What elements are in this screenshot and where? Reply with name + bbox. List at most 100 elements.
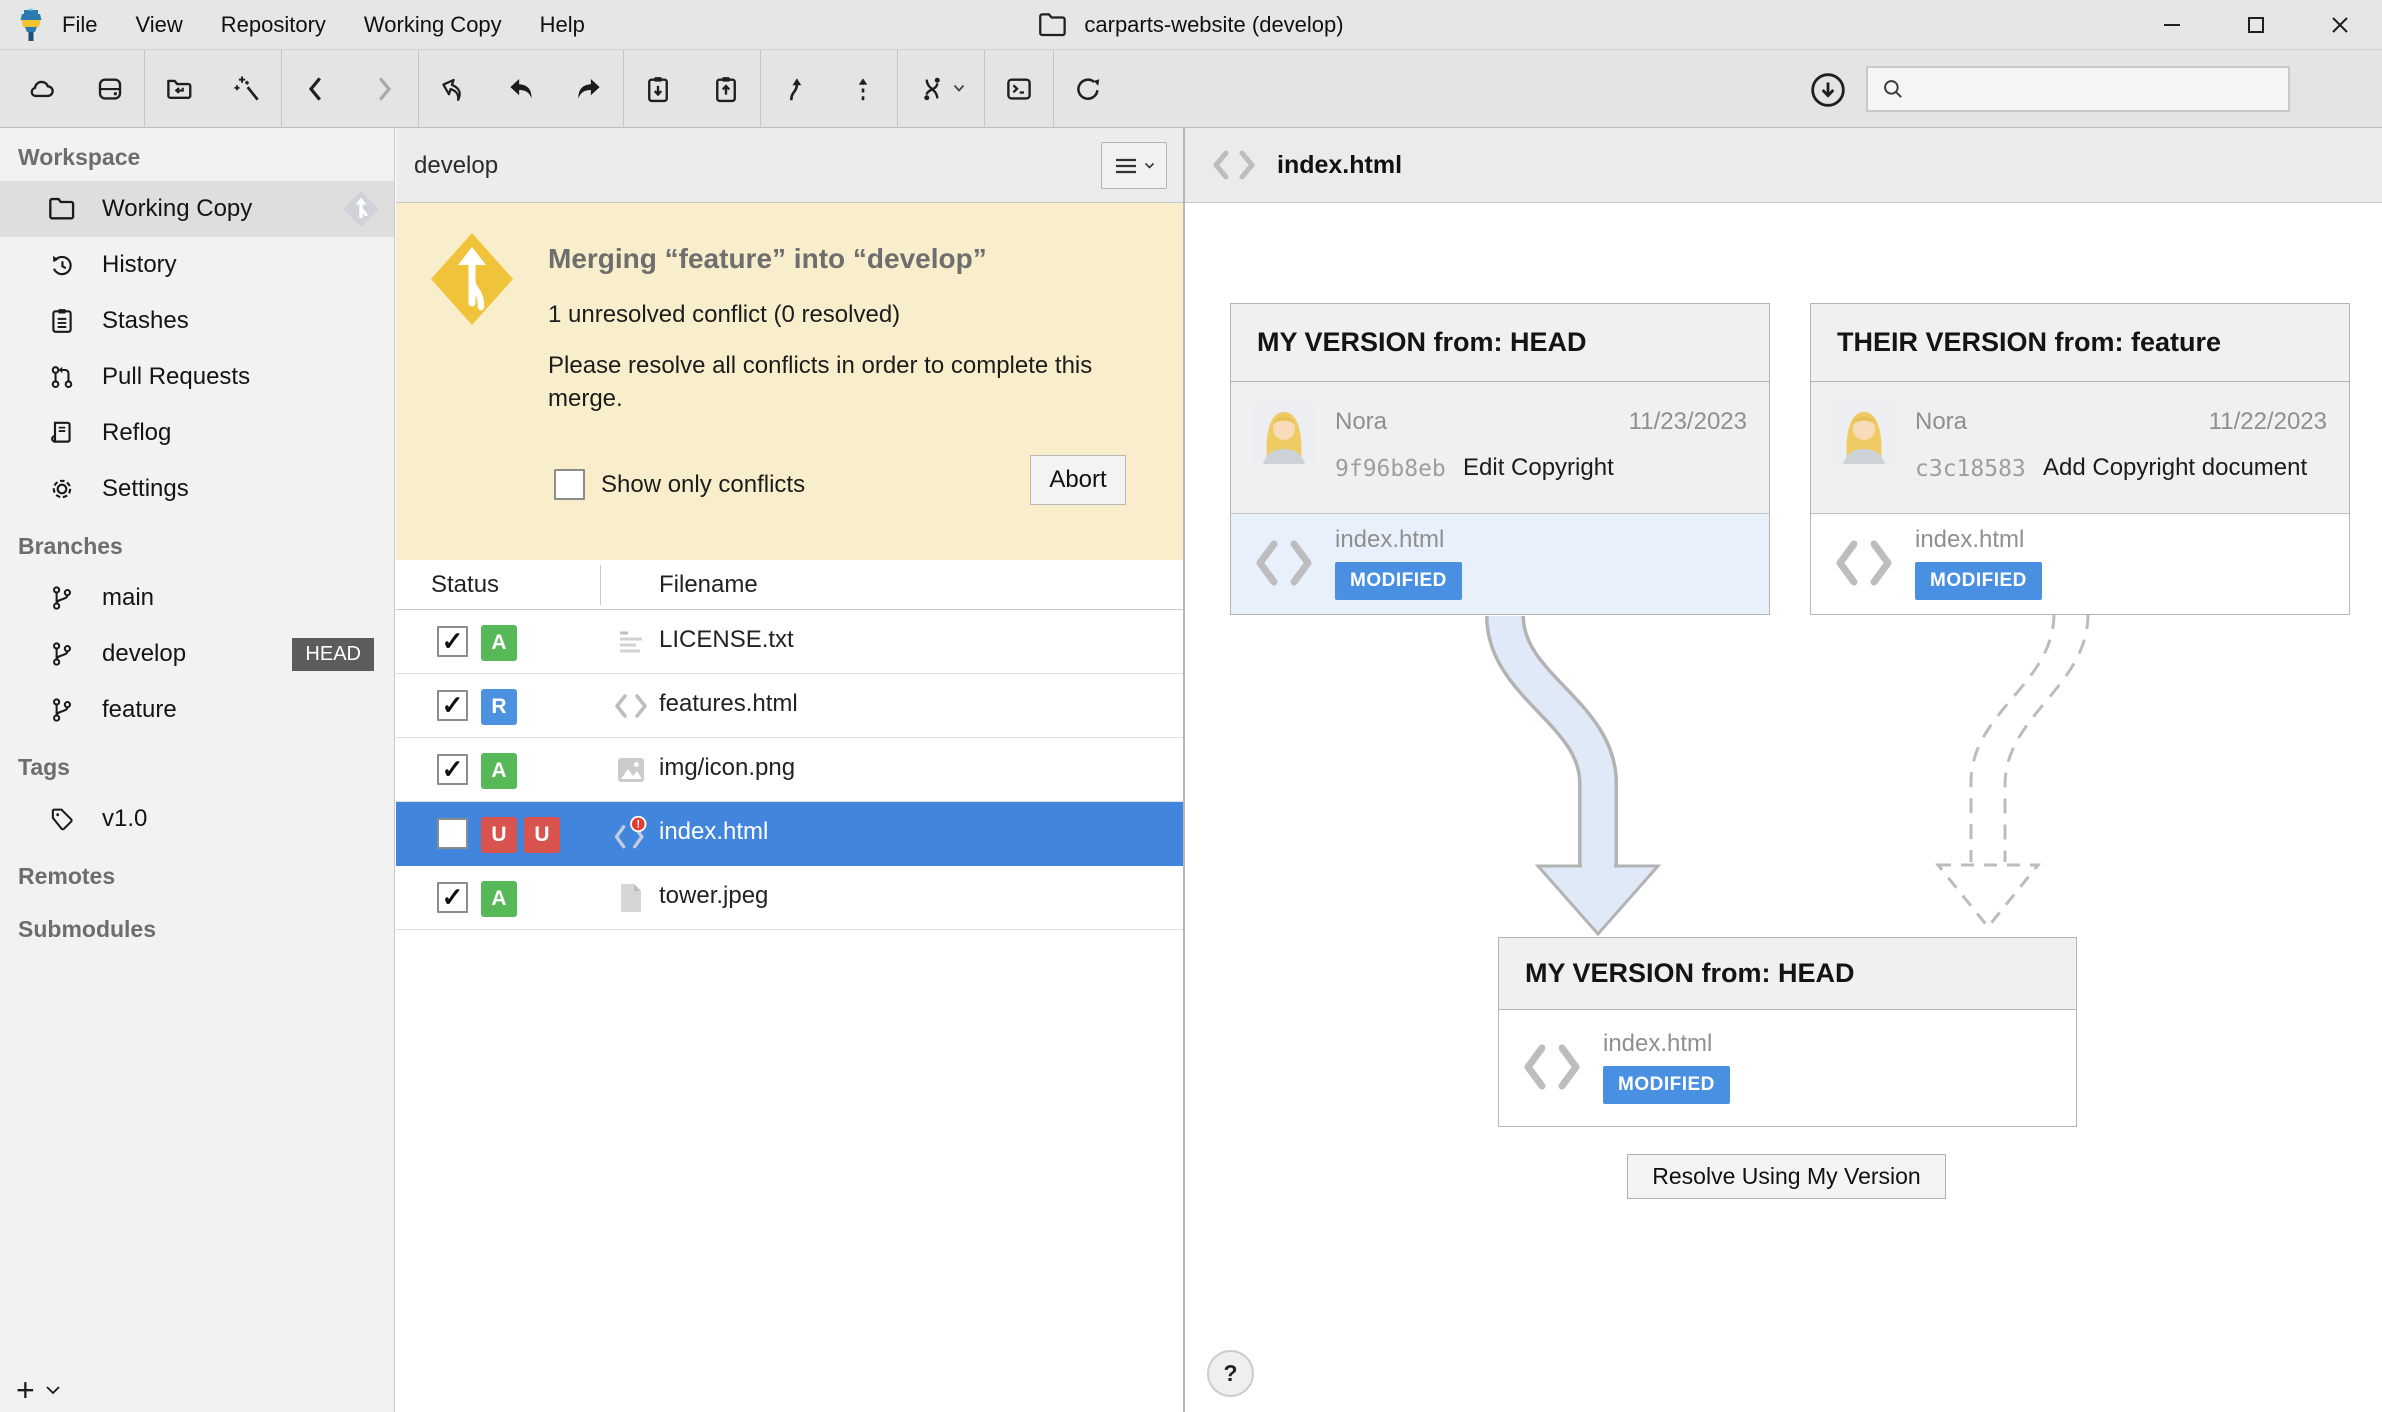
sidebar-item-branch-feature[interactable]: feature [0, 682, 394, 738]
sidebar-item-pull-requests[interactable]: Pull Requests [0, 349, 394, 405]
show-only-conflicts-checkbox[interactable] [554, 469, 585, 500]
sidebar-item-branch-main[interactable]: main [0, 570, 394, 626]
current-branch-label: develop [414, 128, 498, 203]
my-version-file-row[interactable]: index.html MODIFIED [1231, 514, 1769, 614]
sidebar-item-label: feature [102, 696, 177, 724]
column-header-status[interactable]: Status [431, 560, 499, 610]
menu-help[interactable]: Help [540, 12, 585, 38]
sidebar-item-label: History [102, 251, 177, 279]
sidebar-section-tags[interactable]: Tags [0, 738, 394, 791]
status-badge-unmerged: U [524, 817, 560, 853]
stage-checkbox[interactable] [437, 754, 468, 785]
sidebar-item-label: Stashes [102, 307, 189, 335]
folder-return-icon[interactable] [145, 50, 213, 128]
their-version-file-row[interactable]: index.html MODIFIED [1811, 514, 2349, 614]
file-row-license-txt[interactable]: A LICENSE.txt [396, 610, 1183, 674]
commit-author: Nora [1335, 408, 1387, 436]
sidebar-item-history[interactable]: History [0, 237, 394, 293]
column-divider[interactable] [600, 565, 601, 605]
file-row-tower-jpeg[interactable]: A tower.jpeg [396, 866, 1183, 930]
code-file-icon [1211, 148, 1257, 182]
modified-badge: MODIFIED [1335, 562, 1462, 600]
file-name: index.html [1915, 526, 2024, 554]
menu-view[interactable]: View [135, 12, 182, 38]
sidebar-section-remotes[interactable]: Remotes [0, 847, 394, 900]
merge-compare-icon[interactable] [898, 50, 984, 128]
sidebar-item-tag-v1-0[interactable]: v1.0 [0, 791, 394, 847]
status-badge-unmerged: U [481, 817, 517, 853]
my-version-card: MY VERSION from: HEAD Nora 11/23/2023 9f… [1230, 303, 1770, 615]
status-badge-renamed: R [481, 689, 517, 725]
merge-diamond-icon [429, 231, 515, 327]
sidebar-item-reflog[interactable]: Reflog [0, 405, 394, 461]
redo-arrow-icon[interactable] [555, 50, 623, 128]
sidebar-item-stashes[interactable]: Stashes [0, 293, 394, 349]
code-file-icon [1833, 536, 1895, 590]
abort-button[interactable]: Abort [1030, 455, 1126, 505]
hamburger-icon [1114, 157, 1138, 175]
circle-down-arrow-icon[interactable] [1804, 67, 1852, 113]
filename-label: LICENSE.txt [659, 626, 794, 654]
chevron-down-icon [953, 84, 965, 93]
dashed-up-arrow-icon[interactable] [829, 50, 897, 128]
branch-up-arrow-icon[interactable] [761, 50, 829, 128]
chevron-right-icon[interactable] [350, 50, 418, 128]
sidebar-item-label: Settings [102, 475, 189, 503]
menu-repository[interactable]: Repository [221, 12, 326, 38]
sidebar-section-submodules[interactable]: Submodules [0, 900, 394, 953]
chevron-down-icon[interactable] [45, 1385, 61, 1395]
help-button[interactable]: ? [1207, 1350, 1254, 1397]
conflict-detail-panel: index.html MY VERSION from: HEAD Nora 11… [1183, 128, 2382, 1412]
close-button[interactable] [2298, 0, 2382, 50]
stage-checkbox[interactable] [437, 690, 468, 721]
result-file-row[interactable]: index.html MODIFIED [1499, 1010, 2076, 1126]
cloud-icon[interactable] [8, 50, 76, 128]
sidebar-item-settings[interactable]: Settings [0, 461, 394, 517]
text-file-icon [611, 624, 651, 660]
sidebar-section-workspace[interactable]: Workspace [0, 128, 394, 181]
stage-checkbox[interactable] [437, 626, 468, 657]
menu-file[interactable]: File [62, 12, 97, 38]
search-input[interactable] [1914, 69, 2288, 109]
maximize-button[interactable] [2214, 0, 2298, 50]
chevron-left-icon[interactable] [282, 50, 350, 128]
sidebar-footer: + [16, 1374, 61, 1406]
chevron-down-icon [1144, 162, 1155, 170]
column-header-filename[interactable]: Filename [659, 560, 758, 610]
clipboard-down-icon[interactable] [624, 50, 692, 128]
stage-checkbox[interactable] [437, 882, 468, 913]
refresh-icon[interactable] [1054, 50, 1122, 128]
sidebar-item-branch-develop[interactable]: develop HEAD [0, 626, 394, 682]
file-row-img-icon-png[interactable]: A img/icon.png [396, 738, 1183, 802]
my-version-commit[interactable]: Nora 11/23/2023 9f96b8eb Edit Copyright [1231, 382, 1769, 514]
show-only-conflicts-label: Show only conflicts [601, 471, 805, 499]
view-options-button[interactable] [1101, 142, 1167, 189]
file-row-index-html[interactable]: U U ! index.html [396, 802, 1183, 866]
sidebar-item-working-copy[interactable]: Working Copy [0, 181, 394, 237]
merge-instruction: Please resolve all conflicts in order to… [548, 349, 1148, 415]
commit-date: 11/23/2023 [1629, 408, 1747, 436]
resolve-using-my-version-button[interactable]: Resolve Using My Version [1627, 1154, 1946, 1199]
menu-bar: File View Repository Working Copy Help [62, 0, 585, 50]
sidebar-item-label: main [102, 584, 154, 612]
drive-icon[interactable] [76, 50, 144, 128]
magic-wand-icon[interactable] [213, 50, 281, 128]
sidebar-section-branches[interactable]: Branches [0, 517, 394, 570]
pull-request-icon [48, 363, 76, 391]
code-file-conflict-icon: ! [611, 816, 651, 852]
stage-checkbox[interactable] [437, 818, 468, 849]
sourcetree-logo-icon [16, 7, 46, 43]
share-arrow-icon[interactable] [419, 50, 487, 128]
avatar [1253, 402, 1315, 464]
menu-working-copy[interactable]: Working Copy [364, 12, 502, 38]
minimize-button[interactable] [2130, 0, 2214, 50]
file-row-features-html[interactable]: R features.html [396, 674, 1183, 738]
clipboard-up-icon[interactable] [692, 50, 760, 128]
gear-icon [48, 475, 76, 503]
terminal-icon[interactable] [985, 50, 1053, 128]
their-version-commit[interactable]: Nora 11/22/2023 c3c18583 Add Copyright d… [1811, 382, 2349, 514]
title-bar: File View Repository Working Copy Help c… [0, 0, 2382, 50]
add-button[interactable]: + [16, 1374, 35, 1406]
modified-badge: MODIFIED [1603, 1066, 1730, 1104]
undo-arrow-icon[interactable] [487, 50, 555, 128]
